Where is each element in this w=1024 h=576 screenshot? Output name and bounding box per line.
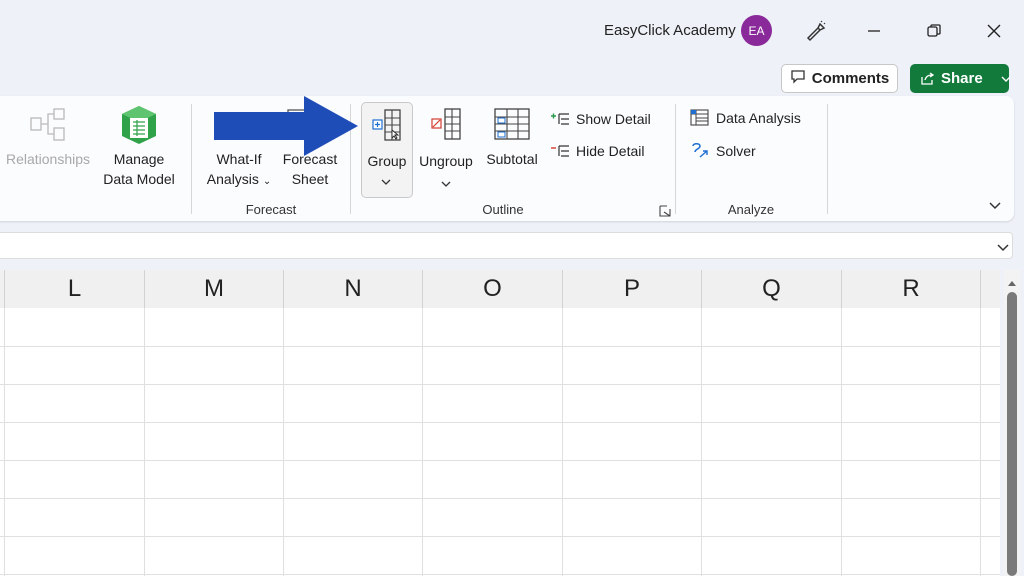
group-separator bbox=[827, 104, 828, 214]
what-if-label-2-wrap: Analysis ⌄ bbox=[200, 169, 278, 192]
forecast-group-label: Forecast bbox=[245, 202, 297, 217]
group-button[interactable]: Group bbox=[361, 102, 413, 198]
analyze-group-label: Analyze bbox=[727, 202, 775, 217]
comments-button[interactable]: Comments bbox=[781, 64, 898, 93]
solver-icon bbox=[690, 142, 710, 160]
share-icon bbox=[920, 71, 935, 86]
show-detail-label: Show Detail bbox=[576, 111, 651, 127]
outline-group-label: Outline bbox=[482, 202, 524, 217]
chevron-down-icon bbox=[381, 173, 391, 191]
subtotal-icon bbox=[493, 107, 531, 146]
scrollbar-thumb[interactable] bbox=[1007, 292, 1017, 576]
subtotal-button[interactable]: Subtotal bbox=[482, 104, 542, 184]
relationships-button[interactable]: Relationships bbox=[4, 149, 92, 169]
group-separator bbox=[675, 104, 676, 214]
close-icon[interactable] bbox=[974, 11, 1014, 51]
hide-detail-icon bbox=[550, 143, 570, 159]
hide-detail-label: Hide Detail bbox=[576, 143, 645, 159]
scroll-up-icon[interactable] bbox=[1007, 274, 1017, 292]
ribbon-collapse-icon[interactable] bbox=[988, 198, 1002, 216]
column-header-p[interactable]: P bbox=[563, 270, 702, 308]
share-dropdown-icon[interactable] bbox=[1001, 75, 1011, 83]
cell-grid[interactable] bbox=[0, 308, 1000, 576]
column-header-m[interactable]: M bbox=[145, 270, 284, 308]
chevron-down-icon: ⌄ bbox=[262, 176, 272, 187]
subtotal-label: Subtotal bbox=[486, 151, 538, 167]
column-header-n[interactable]: N bbox=[284, 270, 423, 308]
formula-bar[interactable] bbox=[0, 232, 1013, 259]
account-name[interactable]: EasyClick Academy bbox=[604, 22, 736, 39]
share-label: Share bbox=[941, 70, 983, 87]
column-header-o[interactable]: O bbox=[423, 270, 563, 308]
formula-bar-expand-icon[interactable] bbox=[996, 240, 1010, 258]
group-icon bbox=[371, 108, 403, 147]
column-header-r[interactable]: R bbox=[842, 270, 981, 308]
ungroup-icon bbox=[429, 107, 463, 146]
copilot-pen-icon[interactable] bbox=[795, 11, 835, 51]
manage-data-model-icon bbox=[119, 104, 159, 151]
show-detail-button[interactable]: Show Detail bbox=[550, 108, 651, 130]
column-headers: L M N O P Q R bbox=[0, 270, 1000, 309]
comment-icon bbox=[790, 69, 806, 88]
manage-data-model-button[interactable]: Manage Data Model bbox=[96, 149, 182, 189]
group-separator bbox=[191, 104, 192, 214]
manage-data-model-label-1: Manage bbox=[113, 151, 165, 167]
minimize-icon[interactable] bbox=[854, 11, 894, 51]
solver-button[interactable]: Solver bbox=[690, 140, 756, 162]
dialog-launcher-icon[interactable] bbox=[659, 204, 671, 222]
restore-icon[interactable] bbox=[914, 11, 954, 51]
manage-data-model-label-2: Data Model bbox=[103, 171, 175, 187]
avatar[interactable]: EA bbox=[741, 15, 772, 46]
ungroup-label: Ungroup bbox=[419, 153, 473, 169]
ungroup-button[interactable]: Ungroup bbox=[416, 104, 476, 194]
column-header-l[interactable]: L bbox=[5, 270, 145, 308]
share-button[interactable]: Share bbox=[910, 64, 1011, 93]
solver-label: Solver bbox=[716, 143, 756, 159]
annotation-arrow bbox=[212, 94, 360, 163]
relationships-icon bbox=[28, 106, 68, 151]
group-label: Group bbox=[367, 153, 407, 169]
chevron-down-icon bbox=[441, 175, 451, 193]
data-analysis-label: Data Analysis bbox=[716, 110, 801, 126]
forecast-sheet-label-2: Sheet bbox=[291, 171, 329, 187]
data-analysis-icon bbox=[690, 109, 710, 127]
data-analysis-button[interactable]: Data Analysis bbox=[690, 107, 801, 129]
column-header-q[interactable]: Q bbox=[702, 270, 842, 308]
what-if-label-2: Analysis bbox=[206, 171, 259, 187]
hide-detail-button[interactable]: Hide Detail bbox=[550, 140, 644, 162]
comments-label: Comments bbox=[811, 70, 890, 87]
show-detail-icon bbox=[550, 111, 570, 127]
